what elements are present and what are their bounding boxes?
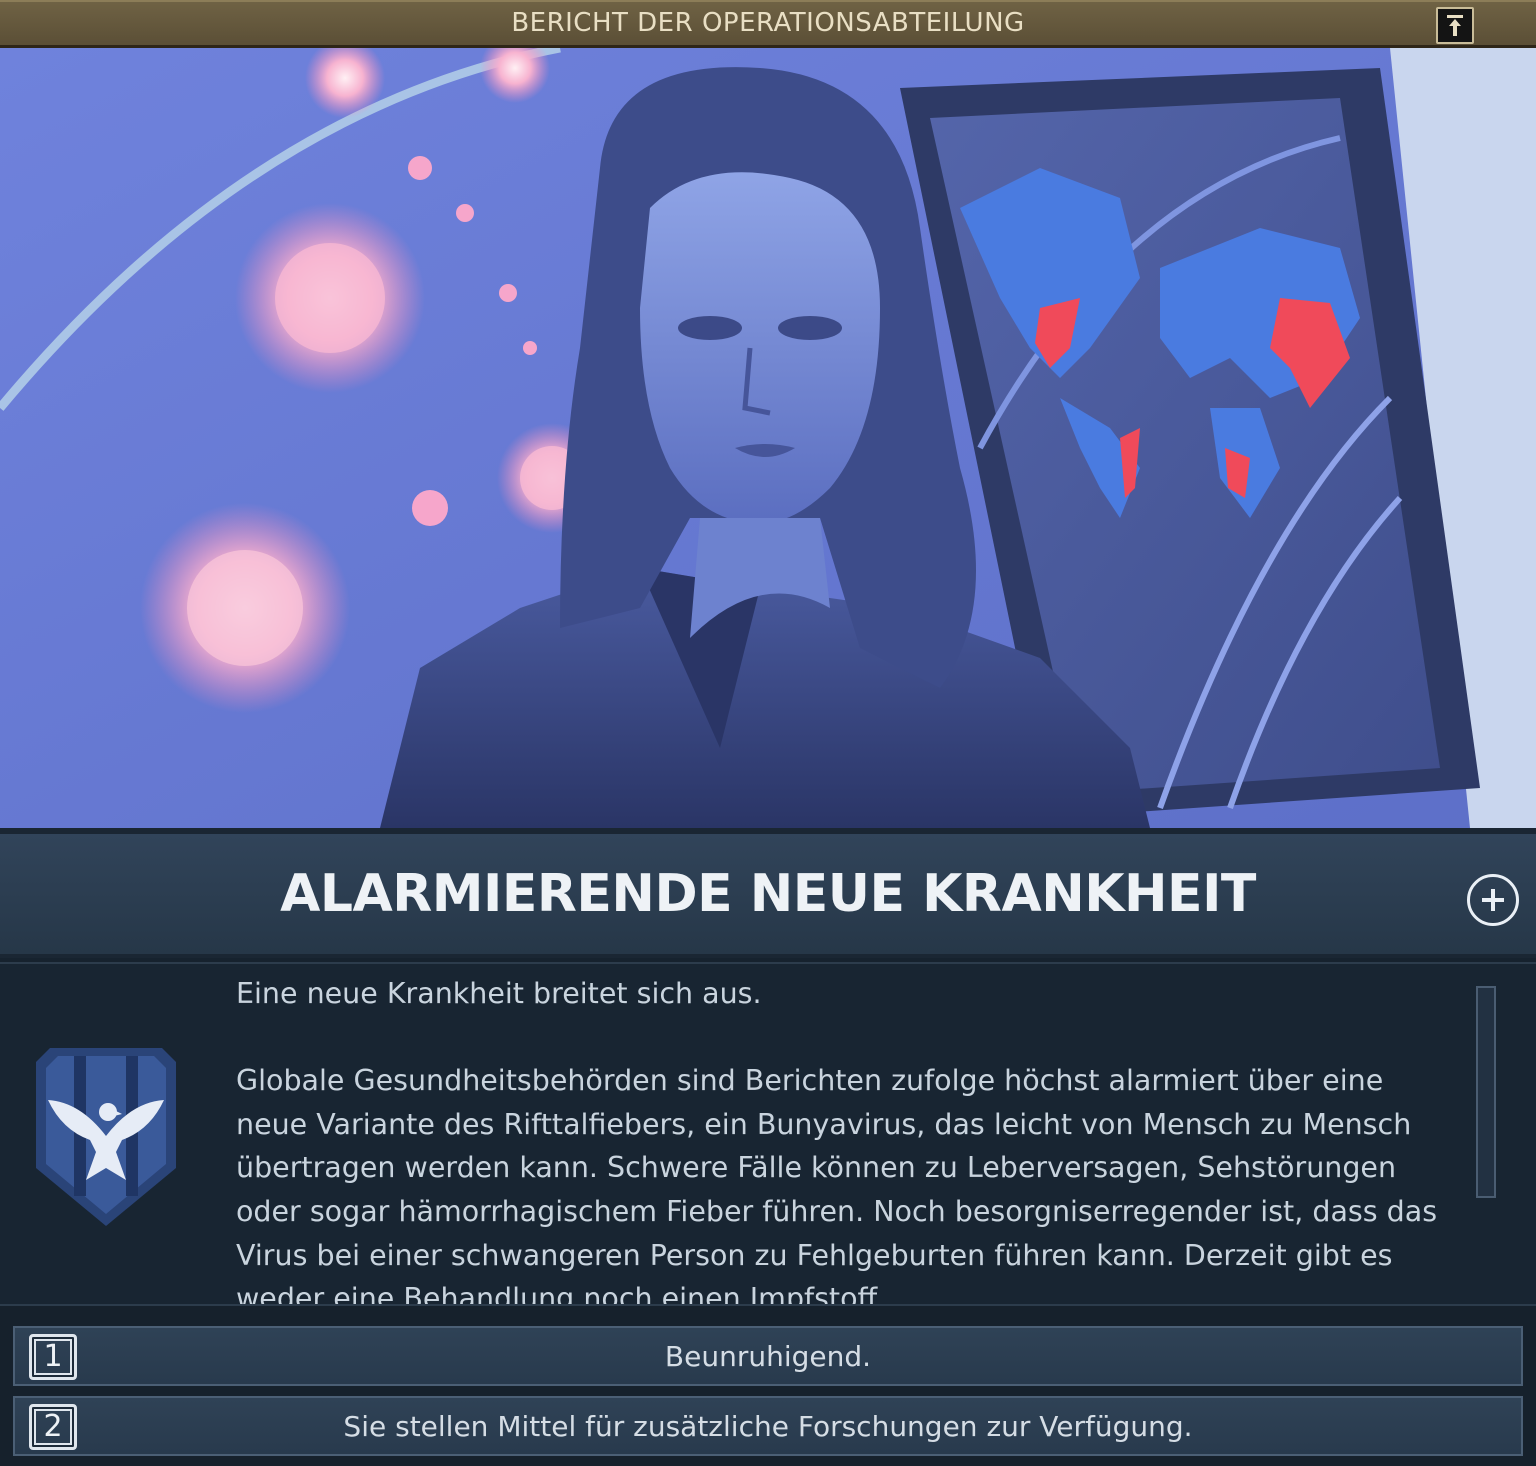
option-2-button[interactable]: 2 Sie stellen Mittel für zusätzliche For… xyxy=(13,1396,1523,1456)
event-title-band: ALARMIERENDE NEUE KRANKHEIT xyxy=(0,828,1536,958)
event-description-intro: Eine neue Krankheit breitet sich aus. xyxy=(236,977,762,1010)
arrow-up-to-bar-icon xyxy=(1447,15,1463,36)
eagle-shield-icon xyxy=(30,1040,182,1234)
event-description-detail: Globale Gesundheitsbehörden sind Bericht… xyxy=(236,1064,1438,1306)
event-dialog: BERICHT DER OPERATIONSABTEILUNG ALARMIER… xyxy=(0,0,1536,1466)
event-description: Eine neue Krankheit breitet sich aus. Gl… xyxy=(236,972,1456,1306)
dialog-header: BERICHT DER OPERATIONSABTEILUNG xyxy=(0,0,1536,48)
event-body: Eine neue Krankheit breitet sich aus. Gl… xyxy=(0,962,1536,1306)
event-title: ALARMIERENDE NEUE KRANKHEIT xyxy=(280,864,1256,924)
option-1-button[interactable]: 1 Beunruhigend. xyxy=(13,1326,1523,1386)
option-1-label: Beunruhigend. xyxy=(664,1340,872,1373)
plus-circle-icon[interactable] xyxy=(1467,874,1519,926)
event-illustration xyxy=(0,48,1536,828)
response-options: 1 Beunruhigend. 2 Sie stellen Mittel für… xyxy=(0,1306,1536,1466)
event-illustration-art xyxy=(0,48,1536,828)
dialog-header-title: BERICHT DER OPERATIONSABTEILUNG xyxy=(511,8,1025,38)
option-2-label: Sie stellen Mittel für zusätzliche Forsc… xyxy=(343,1410,1193,1443)
description-scrollbar[interactable] xyxy=(1476,986,1496,1198)
collapse-button[interactable] xyxy=(1436,7,1474,44)
